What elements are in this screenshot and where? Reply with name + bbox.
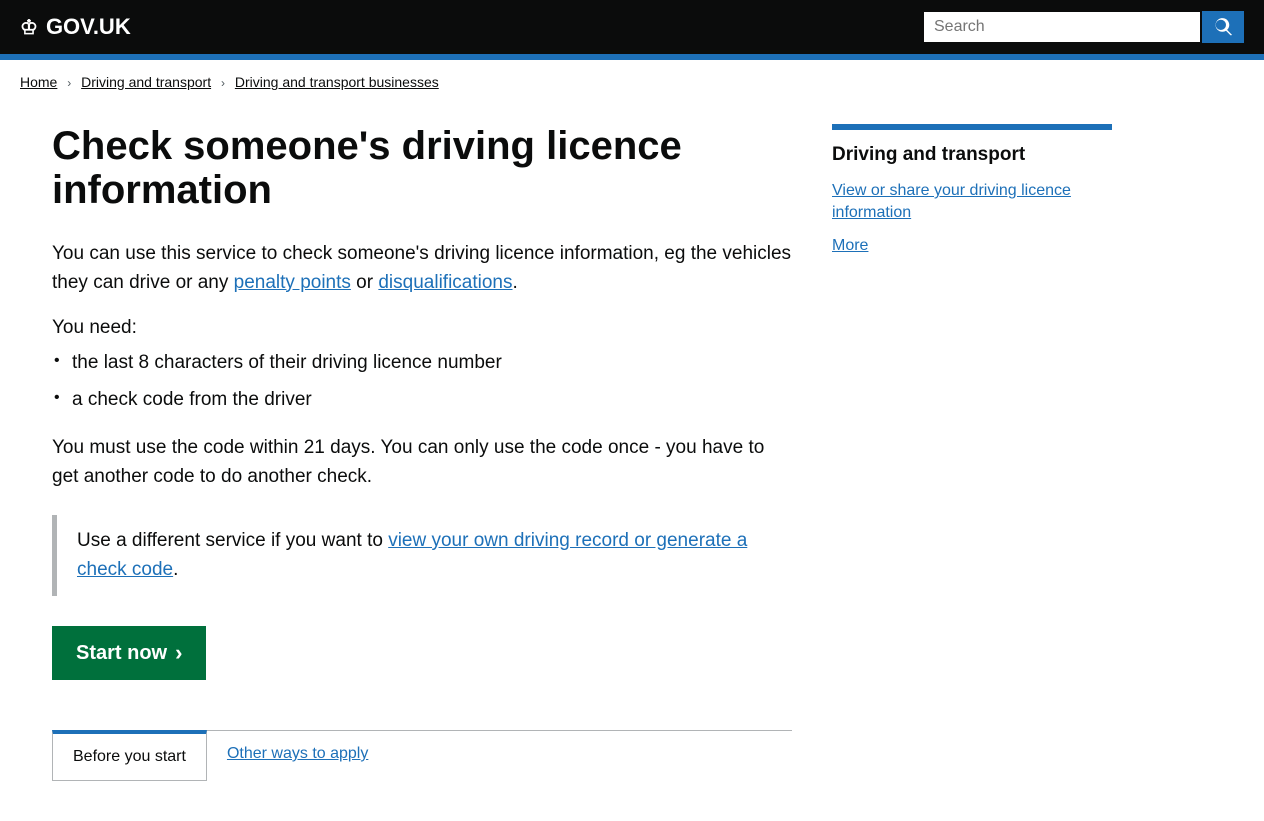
you-need-label: You need: — [52, 317, 792, 339]
intro-end: . — [513, 272, 518, 293]
requirements-list: the last 8 characters of their driving l… — [72, 349, 792, 414]
gov-uk-logo[interactable]: ♔ GOV.UK — [20, 14, 131, 40]
breadcrumb: Home › Driving and transport › Driving a… — [0, 60, 1264, 104]
site-header: ♔ GOV.UK — [0, 0, 1264, 54]
sidebar-heading: Driving and transport — [832, 144, 1112, 166]
start-arrow-icon: › — [175, 640, 182, 666]
inset-prefix: Use a different service if you want to — [77, 530, 388, 551]
penalty-points-link[interactable]: penalty points — [234, 272, 351, 293]
tab-other-ways[interactable]: Other ways to apply — [207, 731, 388, 781]
sidebar-top-bar — [832, 124, 1112, 130]
intro-mid: or — [351, 272, 378, 293]
main-container: Check someone's driving licence informat… — [32, 104, 1232, 821]
start-now-label: Start now — [76, 642, 167, 665]
search-icon — [1214, 18, 1232, 36]
inset-callout: Use a different service if you want to v… — [52, 515, 792, 596]
bottom-tabs: Before you start Other ways to apply — [52, 730, 792, 781]
breadcrumb-driving-transport-businesses[interactable]: Driving and transport businesses — [235, 74, 439, 90]
list-item: a check code from the driver — [72, 386, 792, 415]
search-input[interactable] — [922, 10, 1202, 44]
main-content: Check someone's driving licence informat… — [52, 124, 792, 781]
code-note: You must use the code within 21 days. Yo… — [52, 434, 792, 491]
list-item: the last 8 characters of their driving l… — [72, 349, 792, 378]
sidebar-view-share-link[interactable]: View or share your driving licence infor… — [832, 180, 1112, 225]
tab-before-you-start[interactable]: Before you start — [52, 730, 207, 781]
page-title: Check someone's driving licence informat… — [52, 124, 792, 212]
start-now-button[interactable]: Start now › — [52, 626, 206, 680]
intro-paragraph: You can use this service to check someon… — [52, 240, 792, 297]
sidebar: Driving and transport View or share your… — [832, 124, 1112, 781]
breadcrumb-home[interactable]: Home — [20, 74, 57, 90]
search-button[interactable] — [1202, 11, 1244, 43]
breadcrumb-sep-2: › — [221, 76, 225, 90]
gov-uk-logo-text: GOV.UK — [46, 14, 131, 40]
sidebar-more-link[interactable]: More — [832, 237, 868, 254]
inset-suffix: . — [173, 559, 178, 580]
breadcrumb-sep-1: › — [67, 76, 71, 90]
breadcrumb-driving-transport[interactable]: Driving and transport — [81, 74, 211, 90]
disqualifications-link[interactable]: disqualifications — [378, 272, 512, 293]
inset-paragraph: Use a different service if you want to v… — [77, 527, 772, 584]
crown-icon: ♔ — [20, 15, 38, 40]
search-form — [922, 10, 1244, 44]
